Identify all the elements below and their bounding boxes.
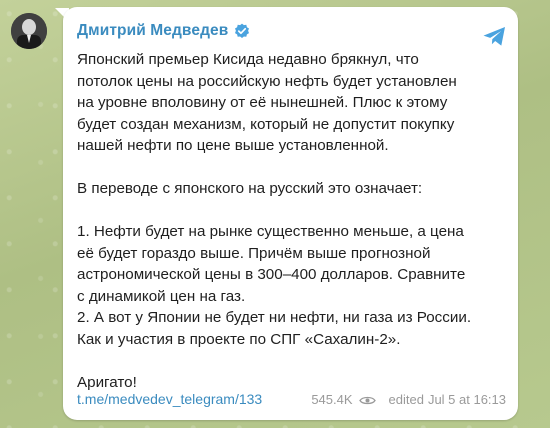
text-line: её будет гораздо выше. Причём выше прогн… xyxy=(77,244,431,262)
views-count: 545.4K xyxy=(311,391,353,407)
edited-label: edited xyxy=(388,391,424,407)
post-link[interactable]: t.me/medvedev_telegram/133 xyxy=(77,391,262,407)
paragraph-1: Японский премьер Кисида недавно брякнул,… xyxy=(77,49,507,157)
verified-badge-icon xyxy=(234,23,250,39)
text-line: Как и участия в проекте по СПГ «Сахалин-… xyxy=(77,330,401,348)
text-line: Японский премьер Кисида недавно брякнул,… xyxy=(77,51,419,68)
text-line: на уровне вполовину от её нынешней. Плюс… xyxy=(77,94,448,111)
text-line: с динамикой цен на газ. xyxy=(77,287,246,305)
channel-name[interactable]: Дмитрий Медведев xyxy=(77,22,228,40)
paragraph-4: Аригато! xyxy=(77,373,137,391)
text-line: 1. Нефти будет на рынке существенно мень… xyxy=(77,223,464,240)
eye-icon xyxy=(358,394,376,405)
paragraph-3: 1. Нефти будет на рынке существенно мень… xyxy=(77,221,507,350)
message-bubble[interactable]: Дмитрий Медведев Японский премьер Кисида… xyxy=(63,7,518,420)
timestamp: Jul 5 at 16:13 xyxy=(427,391,506,407)
message-meta: 545.4K edited Jul 5 at 16:13 xyxy=(311,392,506,407)
text-line: потолок цены на российскую нефть будет у… xyxy=(77,72,457,90)
author-avatar[interactable] xyxy=(11,13,47,49)
text-line: будет создан механизм, который не допуст… xyxy=(77,115,455,133)
telegram-plane-icon[interactable] xyxy=(481,23,508,50)
text-line: 2. А вот у Японии не будет ни нефти, ни … xyxy=(77,309,472,326)
text-line: астрономической цены в 300–400 долларов.… xyxy=(77,266,466,283)
message-footer: t.me/medvedev_telegram/133 545.4K edited… xyxy=(77,391,506,407)
message-text: Японский премьер Кисида недавно брякнул,… xyxy=(77,49,507,393)
text-line: нашей нефти по цене выше установленной. xyxy=(77,137,389,154)
message-header: Дмитрий Медведев xyxy=(77,22,250,40)
paragraph-2: В переводе с японского на русский это оз… xyxy=(77,180,423,197)
